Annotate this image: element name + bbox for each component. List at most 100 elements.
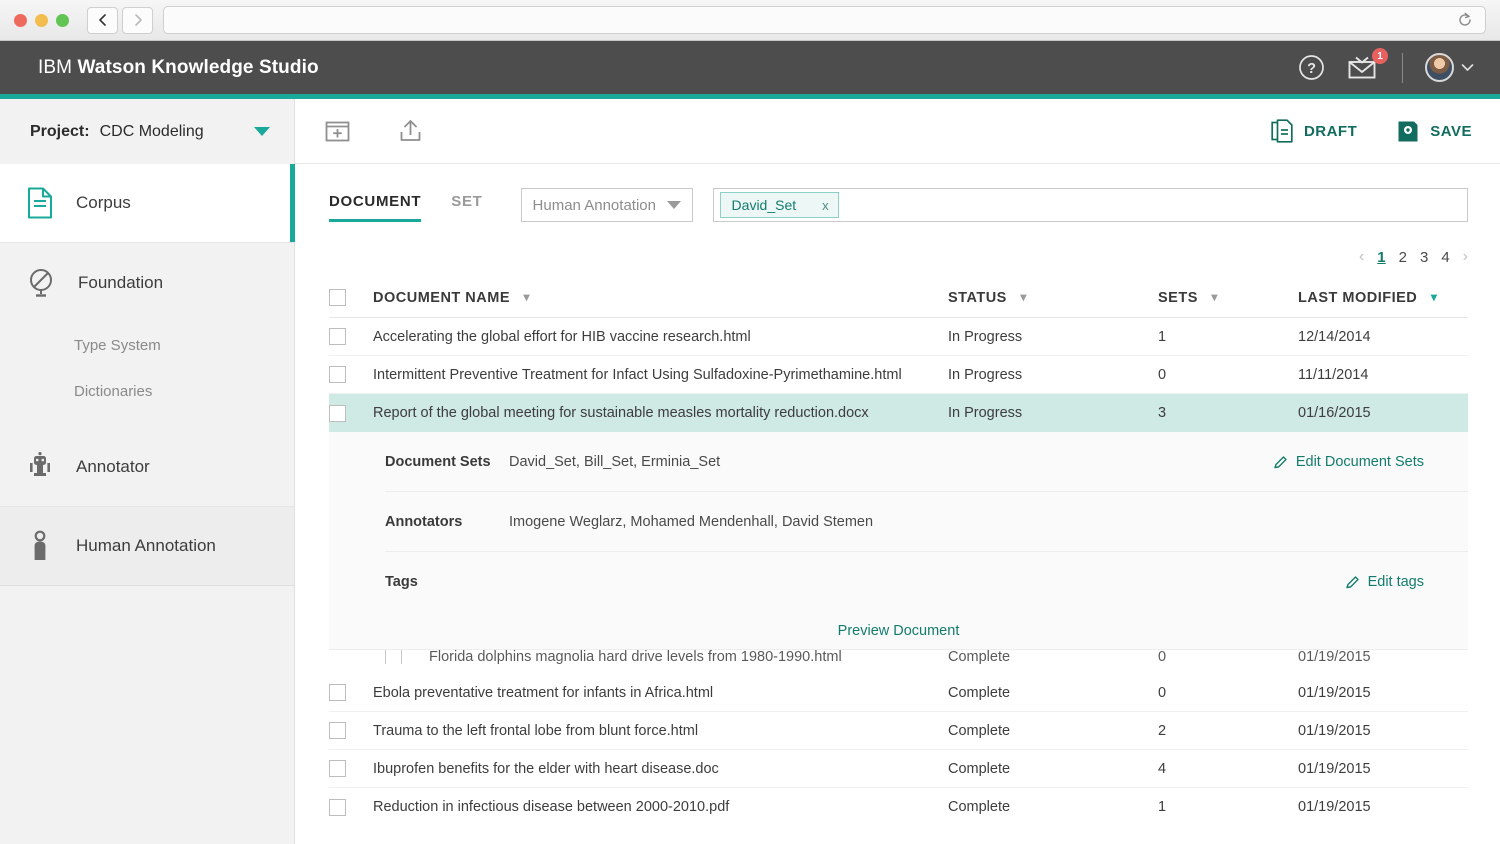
detail-label: Tags (385, 574, 418, 590)
window-controls (14, 13, 69, 27)
row-checkbox[interactable] (329, 328, 346, 345)
row-checkbox[interactable] (329, 366, 346, 383)
row-select-cell (329, 798, 373, 816)
chevron-down-icon: ▾ (1211, 289, 1218, 304)
pencil-icon (1345, 575, 1359, 588)
table-row[interactable]: Trauma to the left frontal lobe from blu… (329, 712, 1468, 750)
table-header-row: DOCUMENT NAME ▾ STATUS ▾ SETS ▾ LAST MOD… (329, 278, 1468, 318)
sidebar-item-label: Corpus (76, 193, 131, 212)
brand-name: Watson Knowledge Studio (77, 56, 319, 78)
column-header-document-name[interactable]: DOCUMENT NAME ▾ (373, 290, 948, 306)
column-header-status[interactable]: STATUS ▾ (948, 290, 1158, 306)
preview-document-link[interactable]: Preview Document (329, 612, 1468, 649)
table-row[interactable]: Ibuprofen benefits for the elder with he… (329, 750, 1468, 788)
back-button[interactable] (87, 6, 118, 34)
messages-button[interactable]: 1 (1347, 48, 1388, 80)
table-row[interactable]: Ebola preventative treatment for infants… (329, 674, 1468, 712)
annotation-type-select[interactable]: Human Annotation (520, 188, 693, 222)
tab-document[interactable]: DOCUMENT (329, 193, 422, 222)
maximize-window-button[interactable] (56, 13, 69, 27)
page-button-4[interactable]: 4 (1441, 249, 1449, 266)
page-button-3[interactable]: 3 (1420, 249, 1428, 266)
row-checkbox[interactable] (329, 798, 346, 816)
edit-tags-button[interactable]: Edit tags (1345, 574, 1424, 590)
column-header-last-modified[interactable]: LAST MODIFIED ▾ (1298, 290, 1468, 306)
sidebar-item-annotator[interactable]: Annotator (0, 428, 294, 507)
help-button[interactable]: ? (1298, 54, 1325, 81)
row-checkbox[interactable] (329, 684, 346, 701)
sidebar-item-label: Annotator (76, 457, 150, 476)
detail-value: David_Set, Bill_Set, Erminia_Set (509, 454, 721, 470)
filter-row: DOCUMENT SET Human Annotation David_Set … (295, 164, 1500, 226)
cell-sets: 0 (1158, 684, 1167, 701)
header-actions: ? 1 (1298, 48, 1474, 83)
save-label: SAVE (1430, 122, 1472, 140)
sidebar-item-foundation[interactable]: Foundation (0, 243, 294, 322)
row-checkbox[interactable] (329, 404, 346, 422)
sidebar-item-human-annotation[interactable]: Human Annotation (0, 507, 294, 586)
table-row-clipped[interactable]: Florida dolphins magnolia hard drive lev… (329, 650, 1468, 664)
chevron-right-icon (134, 14, 142, 26)
column-label: LAST MODIFIED (1298, 289, 1418, 306)
cell-status: In Progress (948, 405, 1023, 421)
x-icon[interactable]: x (822, 198, 829, 213)
save-button[interactable]: SAVE (1397, 120, 1472, 143)
select-all-cell (329, 289, 373, 306)
prev-page-button[interactable]: ‹ (1359, 248, 1364, 266)
cell-last-modified: 01/19/2015 (1298, 760, 1371, 777)
page-button-2[interactable]: 2 (1399, 249, 1407, 266)
edit-label: Edit tags (1367, 574, 1424, 590)
cell-document-name: Florida dolphins magnolia hard drive lev… (429, 650, 842, 664)
user-menu-button[interactable] (1425, 53, 1474, 82)
minimize-window-button[interactable] (35, 13, 48, 27)
view-tabs: DOCUMENT SET (329, 193, 483, 222)
row-checkbox[interactable] (385, 650, 402, 664)
row-select-cell (329, 366, 373, 383)
cell-document-name: Reduction in infectious disease between … (373, 799, 730, 815)
avatar (1425, 53, 1454, 82)
globe-icon (30, 268, 52, 297)
set-filter-field[interactable]: David_Set x (712, 188, 1468, 222)
upload-document-button[interactable] (398, 119, 423, 144)
table-row-selected[interactable]: Report of the global meeting for sustain… (329, 394, 1468, 432)
table-row[interactable]: Accelerating the global effort for HIB v… (329, 318, 1468, 356)
project-selector[interactable]: Project: CDC Modeling (0, 99, 294, 164)
next-page-button[interactable]: › (1463, 248, 1468, 266)
detail-value: Imogene Weglarz, Mohamed Mendenhall, Dav… (509, 514, 874, 530)
cell-document-name: Intermittent Preventive Treatment for In… (373, 366, 902, 383)
draft-label: DRAFT (1303, 122, 1358, 140)
help-circle-icon: ? (1299, 55, 1324, 80)
address-bar[interactable] (163, 6, 1486, 34)
message-count-badge: 1 (1372, 48, 1388, 64)
close-window-button[interactable] (14, 13, 27, 27)
select-all-checkbox[interactable] (329, 289, 346, 306)
sidebar-subitem-label: Dictionaries (74, 382, 153, 400)
cell-document-name: Accelerating the global effort for HIB v… (373, 328, 751, 345)
forward-button[interactable] (122, 6, 153, 34)
row-checkbox[interactable] (329, 722, 346, 739)
column-header-sets[interactable]: SETS ▾ (1158, 290, 1298, 306)
project-label: Project: (30, 122, 90, 140)
cell-sets: 4 (1158, 760, 1167, 777)
toolbar-actions: DRAFT SAVE (1271, 119, 1472, 143)
sidebar-item-type-system[interactable]: Type System (0, 322, 294, 368)
reload-icon[interactable] (1457, 12, 1473, 28)
page-button-1[interactable]: 1 (1377, 249, 1385, 266)
tab-set[interactable]: SET (451, 193, 482, 222)
chevron-down-icon: ▾ (1430, 289, 1438, 304)
filter-chip[interactable]: David_Set x (719, 192, 839, 218)
person-icon (34, 530, 46, 560)
sidebar-item-dictionaries[interactable]: Dictionaries (0, 368, 294, 414)
chip-label: David_Set (731, 197, 797, 213)
table-row[interactable]: Reduction in infectious disease between … (329, 788, 1468, 826)
row-checkbox[interactable] (329, 760, 346, 777)
cell-last-modified: 01/19/2015 (1298, 650, 1371, 664)
sidebar-item-corpus[interactable]: Corpus (0, 164, 295, 243)
edit-document-sets-button[interactable]: Edit Document Sets (1273, 454, 1424, 470)
add-document-button[interactable] (325, 120, 350, 143)
document-detail-panel: Document Sets David_Set, Bill_Set, Ermin… (329, 432, 1468, 650)
table-row[interactable]: Intermittent Preventive Treatment for In… (329, 356, 1468, 394)
browser-toolbar (0, 0, 1500, 41)
draft-button[interactable]: DRAFT (1271, 119, 1357, 143)
detail-row-tags: Tags Edit tags (385, 552, 1468, 612)
